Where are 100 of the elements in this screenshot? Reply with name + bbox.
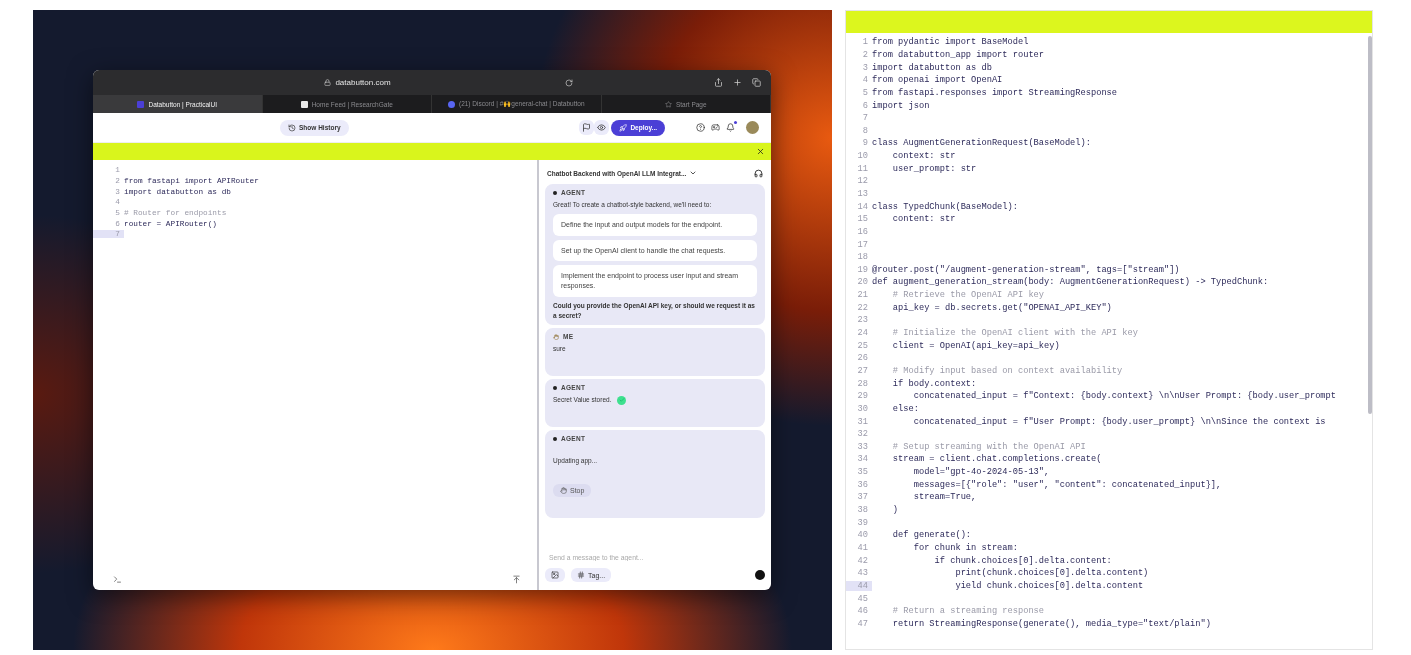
lock-icon [324,79,332,86]
preview-button[interactable] [594,120,610,135]
code-line: concatenated_input = f"Context: {body.context} \n\nUser Prompt: {body.user_prompt [912,391,1336,402]
line-number: 44 [846,580,872,591]
code-line: yield chunk.choices[0].delta.content [954,580,1144,591]
code-line: from fastapi.responses import StreamingResponse [872,87,1118,98]
hand-icon [553,333,559,340]
line-number: 20 [856,277,869,288]
line-number: 45 [856,593,869,604]
code-line: content: str [891,214,956,225]
code-line: for chunk in stream: [912,542,1018,553]
line-number: 22 [856,302,869,313]
code-line: from databutton_app import router [872,49,1045,60]
code-line: messages=[{"role": "user", "content": concatenated_input}], [912,479,1222,490]
line-number: 40 [856,530,869,541]
code-line: class AugmentGenerationRequest(BaseModel): [872,138,1091,149]
line-number: 29 [856,391,869,402]
chat-favicon-icon [447,100,455,108]
code-line: if chunk.choices[0].delta.content: [933,555,1112,566]
line-number: 3 [861,62,869,73]
line-number: 14 [856,201,869,212]
line-number: 11 [856,163,869,174]
line-number: 17 [856,239,869,250]
code-line: import json [872,100,930,111]
line-number: 23 [856,315,869,326]
line-number: 10 [856,151,869,162]
upload-icon[interactable] [512,575,521,584]
line-number: 15 [856,214,869,225]
share-icon[interactable] [714,78,723,87]
line-number: 32 [856,429,869,440]
line-number: 16 [856,226,869,237]
agent-dot-icon [553,385,557,390]
code-line: user_prompt: str [891,163,977,174]
line-number: 43 [856,568,869,579]
line-number: 5 [861,87,869,98]
star-icon [664,100,672,108]
line-number: 21 [856,290,869,301]
rocket-icon [619,123,628,132]
line-number: 19 [856,264,869,275]
record-button[interactable] [755,570,765,580]
code-line: class TypedChunk(BaseModel): [872,201,1018,212]
tabs-overview-icon[interactable] [752,78,761,87]
code-line: def generate(): [891,530,972,541]
image-button[interactable] [545,568,565,582]
code-line: context: str [891,151,956,162]
flag-button[interactable] [579,120,595,135]
code-line: stream=True, [912,492,977,503]
line-number: 12 [856,176,869,187]
chevron-down-icon[interactable] [689,169,698,177]
line-number: 47 [856,618,869,629]
code-line: api_key = db.secrets.get("OPENAI_API_KEY") [891,302,1112,313]
agent-dot-icon [553,436,557,441]
line-number: 41 [856,542,869,553]
line-number: 25 [856,340,869,351]
line-number: 18 [856,252,869,263]
headset-icon[interactable] [754,168,763,178]
code-line: model="gpt-4o-2024-05-13", [912,467,1050,478]
reload-icon[interactable] [564,78,573,87]
image-icon [551,571,559,579]
line-number: 30 [856,403,869,414]
line-number: 36 [856,479,869,490]
close-icon[interactable] [756,147,765,156]
check-icon [617,395,627,405]
code-line: @router.post("/augment-generation-stream", tags=["stream"]) [872,264,1180,275]
line-number: 1 [861,37,869,48]
code-line: stream = client.chat.completions.create( [891,454,1102,465]
line-number: 26 [856,353,869,364]
eye-icon [597,123,607,132]
help-icon[interactable] [693,120,708,135]
line-number: 33 [856,441,869,452]
code-line: from pydantic import BaseModel [872,37,1029,48]
scrollbar[interactable] [1368,36,1372,414]
line-number: 38 [856,505,869,515]
app-favicon-icon [137,100,145,108]
line-number: 35 [856,467,869,478]
flag-icon [582,123,592,132]
code-line: ) [891,505,899,515]
code-comment: # Retrieve the OpenAI API key [891,290,1045,301]
new-tab-icon[interactable] [733,78,742,87]
line-number: 37 [856,492,869,503]
hand-icon [560,487,567,495]
code-line: else: [891,403,919,414]
user-avatar[interactable] [746,121,759,134]
code-line: import databutton as db [872,62,992,73]
hash-icon [577,571,585,579]
line-number: 13 [856,189,869,199]
code-comment: # Modify input based on context availability [891,365,1123,376]
line-number: 4 [861,75,869,86]
site-favicon-icon [300,100,308,108]
line-number: 42 [856,555,869,566]
line-number: 2 [861,49,869,60]
code-comment: # Return a streaming response [891,606,1045,617]
line-number: 9 [861,138,869,149]
code-comment: # Initialize the OpenAI client with the API key [891,328,1138,339]
url-text[interactable]: databutton.com [335,78,391,87]
line-number: 8 [861,125,869,136]
agent-dot-icon [553,190,557,195]
line-number: 6 [861,100,869,111]
line-number: 28 [856,378,869,389]
line-number: 24 [856,328,869,339]
